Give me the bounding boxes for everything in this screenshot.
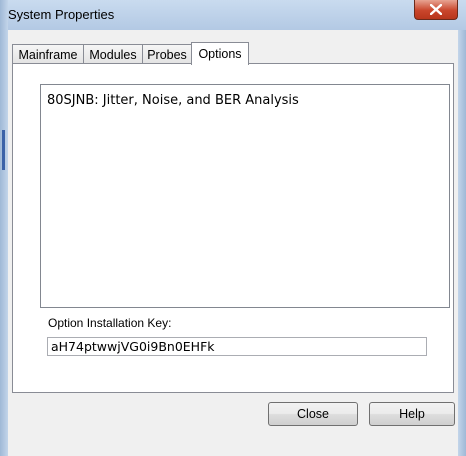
tab-probes[interactable]: Probes	[142, 44, 192, 64]
dialog-client-area: Mainframe Modules Probes Options 80SJNB:…	[8, 30, 458, 456]
title-bar[interactable]: System Properties	[0, 0, 466, 30]
option-installation-key-label: Option Installation Key:	[48, 316, 172, 330]
option-installation-key-field[interactable]	[47, 337, 427, 356]
tab-options[interactable]: Options	[191, 42, 249, 65]
left-frame-border	[0, 0, 8, 456]
close-x-icon	[430, 4, 442, 15]
close-button[interactable]: Close	[268, 402, 358, 426]
system-properties-window: System Properties Mainframe Modules Prob…	[0, 0, 466, 456]
window-close-button[interactable]	[414, 0, 458, 20]
installed-options-list[interactable]: 80SJNB: Jitter, Noise, and BER Analysis	[40, 84, 450, 308]
help-button[interactable]: Help	[369, 402, 455, 426]
window-title: System Properties	[8, 7, 115, 22]
list-item[interactable]: 80SJNB: Jitter, Noise, and BER Analysis	[47, 93, 299, 108]
tab-modules[interactable]: Modules	[83, 44, 143, 64]
tab-mainframe[interactable]: Mainframe	[12, 44, 84, 64]
right-frame-border	[458, 30, 466, 456]
